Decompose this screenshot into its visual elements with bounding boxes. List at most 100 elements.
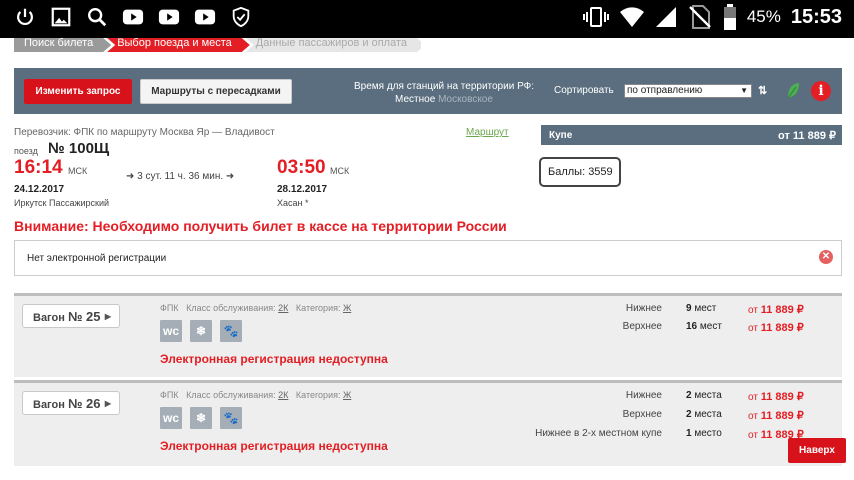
sort-value: по отправлению <box>627 85 703 96</box>
vibrate-icon <box>582 7 609 27</box>
sort-select[interactable]: по отправлению ▼ <box>624 84 752 98</box>
seat-type: Нижнее в 2-х местном купе <box>535 428 662 439</box>
class-price: от 11 889 ₽ <box>778 130 836 142</box>
category-label: Категория: <box>295 303 341 313</box>
seat-type: Нижнее <box>625 390 662 401</box>
arrival-date: 28.12.2017 <box>277 184 328 195</box>
service-class-value[interactable]: 2К <box>278 390 288 400</box>
close-icon[interactable]: ✕ <box>819 250 833 264</box>
youtube-icon <box>122 9 144 25</box>
info-icon[interactable]: i <box>811 81 831 101</box>
train-number: № 100Щ <box>48 140 110 157</box>
wagon-carrier: ФПК <box>160 390 179 400</box>
battery-icon <box>723 4 736 30</box>
timezone-title: Время для станций на территории РФ: <box>353 81 535 92</box>
search-icon <box>88 8 107 27</box>
booking-steps: Поиск билета Выбор поезда и места Данные… <box>14 38 421 52</box>
power-icon <box>17 8 33 26</box>
service-class-label: Класс обслуживания: <box>186 303 276 313</box>
no-sim-icon <box>688 5 711 29</box>
wagon-25-button[interactable]: Вагон № 25 ▶ <box>22 304 120 328</box>
wc-icon: wc <box>160 320 182 342</box>
sort-label: Сортировать <box>554 85 614 96</box>
seat-type: Верхнее <box>622 409 662 420</box>
snowflake-icon: ❄ <box>190 407 212 429</box>
youtube-icon <box>194 9 216 25</box>
seat-count: 1 место <box>686 428 722 439</box>
wifi-icon <box>619 7 644 27</box>
seat-row: Нижнее в 2-х местном купе 1 место от 11 … <box>414 428 814 442</box>
warning-message: Внимание: Необходимо получить билет в ка… <box>14 218 507 234</box>
seat-price: от 11 889 ₽ <box>748 410 804 422</box>
back-to-top-button[interactable]: Наверх <box>788 438 846 463</box>
seat-row: Нижнее 2 места от 11 889 ₽ <box>414 390 814 404</box>
wagon-26-button[interactable]: Вагон № 26 ▶ <box>22 391 120 415</box>
wagon-meta: ФПК Класс обслуживания: 2К Категория: Ж <box>160 390 351 400</box>
seat-type: Верхнее <box>622 321 662 332</box>
departure-time: 16:14 <box>14 157 63 178</box>
signal-icon <box>655 7 676 27</box>
trip-duration: ➜ 3 сут. 11 ч. 36 мин. ➜ <box>126 171 235 182</box>
departure-date: 24.12.2017 <box>14 184 65 195</box>
seat-row: Верхнее 16 мест от 11 889 ₽ <box>414 321 814 335</box>
wagon-number: № 25 <box>67 308 101 324</box>
arrival-time: 03:50 <box>277 157 326 178</box>
wagon-card: Вагон № 26 ▶ ФПК Класс обслуживания: 2К … <box>14 380 842 466</box>
class-name: Купе <box>549 130 573 141</box>
clock: 15:53 <box>790 5 842 28</box>
chevron-right-icon: ▶ <box>104 399 111 408</box>
seat-count: 16 мест <box>686 321 722 332</box>
timezone-switch: Время для станций на территории РФ: Мест… <box>334 80 554 106</box>
battery-percent: 45% <box>746 7 781 26</box>
transfer-routes-button[interactable]: Маршруты с пересадками <box>140 79 292 104</box>
snowflake-icon: ❄ <box>190 320 212 342</box>
timezone-moscow[interactable]: Московское <box>438 94 493 105</box>
seat-price: от 11 889 ₽ <box>748 391 804 403</box>
shield-check-icon <box>232 6 250 28</box>
change-request-button[interactable]: Изменить запрос <box>24 79 132 104</box>
paw-icon: 🐾 <box>220 320 242 342</box>
class-header[interactable]: Купе от 11 889 ₽ <box>541 125 842 145</box>
seat-row: Нижнее 9 мест от 11 889 ₽ <box>414 303 814 317</box>
step-search[interactable]: Поиск билета <box>14 38 111 52</box>
service-class-label: Класс обслуживания: <box>186 390 276 400</box>
sort-order-icon[interactable]: ⇅ <box>758 84 767 97</box>
youtube-icon <box>158 9 180 25</box>
route-link[interactable]: Маршрут <box>466 127 509 138</box>
seat-price: от 11 889 ₽ <box>748 322 804 334</box>
timezone-local[interactable]: Местное <box>395 94 435 105</box>
seat-count: 2 места <box>686 390 722 401</box>
category-value[interactable]: Ж <box>343 390 351 400</box>
wagon-label: Вагон <box>33 398 65 411</box>
category-value[interactable]: Ж <box>343 303 351 313</box>
no-registration-notice: Нет электронной регистрации ✕ <box>14 240 842 276</box>
seat-count: 9 мест <box>686 303 717 314</box>
train-number-label: поезд <box>14 146 38 156</box>
status-bar: 45% 15:53 <box>0 0 854 38</box>
arrival-timezone: МСК <box>330 166 350 176</box>
step-select-train: Выбор поезда и места <box>107 38 250 52</box>
wagon-label: Вагон <box>33 311 65 324</box>
seat-price: от 11 889 ₽ <box>748 304 804 316</box>
registration-unavailable: Электронная регистрация недоступна <box>160 352 388 366</box>
departure-timezone: МСК <box>68 166 88 176</box>
category-label: Категория: <box>295 390 341 400</box>
seat-type: Нижнее <box>625 303 662 314</box>
wagon-number: № 26 <box>67 395 101 411</box>
wc-icon: wc <box>160 407 182 429</box>
arrival-station: Хасан * <box>277 198 309 208</box>
seat-row: Верхнее 2 места от 11 889 ₽ <box>414 409 814 423</box>
points-badge: Баллы: 3559 <box>539 157 621 187</box>
service-class-value[interactable]: 2К <box>278 303 288 313</box>
wagon-carrier: ФПК <box>160 303 179 313</box>
search-toolbar: Изменить запрос Маршруты с пересадками В… <box>14 68 842 114</box>
step-passengers: Данные пассажиров и оплата <box>246 38 421 52</box>
wagon-meta: ФПК Класс обслуживания: 2К Категория: Ж <box>160 303 351 313</box>
carrier-route: Перевозчик: ФПК по маршруту Москва Яр — … <box>14 127 275 138</box>
eco-leaf-icon[interactable] <box>786 82 800 100</box>
seat-count: 2 места <box>686 409 722 420</box>
wagon-card: Вагон № 25 ▶ ФПК Класс обслуживания: 2К … <box>14 293 842 377</box>
image-icon <box>51 7 71 27</box>
no-registration-text: Нет электронной регистрации <box>27 253 167 264</box>
departure-station: Иркутск Пассажирский <box>14 198 109 208</box>
